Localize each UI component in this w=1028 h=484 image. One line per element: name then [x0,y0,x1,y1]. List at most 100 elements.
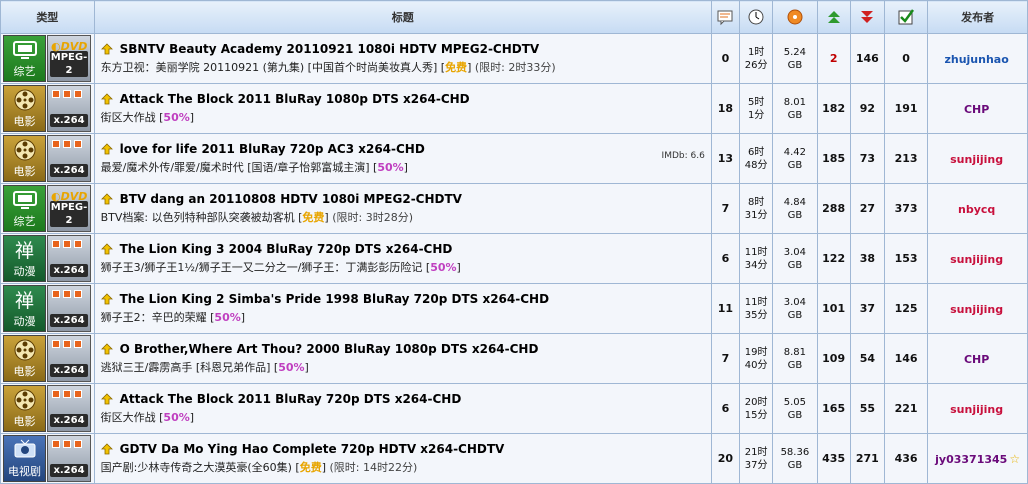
format-badge: x.264 [47,85,91,132]
comment-count[interactable]: 6 [710,383,741,434]
leecher-count[interactable]: 271 [849,433,885,484]
bookmark-arrow-icon[interactable] [100,243,113,255]
seeder-count[interactable]: 122 [816,233,851,284]
comment-count[interactable]: 20 [710,433,741,484]
bookmark-arrow-icon[interactable] [100,443,113,455]
completed-count[interactable]: 0 [883,33,929,84]
format-label: MPEG-2 [50,51,88,77]
category-badge[interactable]: 电影 [3,135,46,182]
comment-count[interactable]: 11 [710,283,741,334]
seeder-count[interactable]: 165 [816,383,851,434]
uploader-link[interactable]: jy03371345 [935,453,1007,466]
completed-count[interactable]: 373 [883,183,929,234]
bookmark-arrow-icon[interactable] [100,293,113,305]
category-badge[interactable]: 电影 [3,335,46,382]
completed-count[interactable]: 153 [883,233,929,284]
torrent-description: 狮子王3/狮子王1½/狮子王一又二分之一/狮子王：丁满彭彭历险记 [100,261,426,274]
category-badge[interactable]: 电影 [3,385,46,432]
completed-count[interactable]: 146 [883,333,929,384]
comment-count[interactable]: 13 [710,133,741,184]
torrent-title-link[interactable]: BTV dang an 20110808 HDTV 1080i MPEG2-CH… [120,192,462,206]
torrent-title-link[interactable]: love for life 2011 BluRay 720p AC3 x264-… [120,142,425,156]
torrent-title-link[interactable]: Attack The Block 2011 BluRay 1080p DTS x… [120,92,470,106]
column-header-size[interactable] [772,0,818,34]
leecher-count[interactable]: 54 [849,333,885,384]
torrent-title-link[interactable]: The Lion King 3 2004 BluRay 720p DTS x26… [120,242,453,256]
file-size: 8.81 GB [772,333,818,384]
category-badge[interactable]: 禅 动漫 [3,285,46,332]
bookmark-arrow-icon[interactable] [100,393,113,405]
type-cell: 电影 x.264 [0,83,95,134]
uploader-link[interactable]: sunjijing [950,303,1003,316]
table-row: 电视剧 x.264 GDTV Da Mo Ying Hao Complete 7… [0,433,1028,484]
column-header-leechers[interactable] [849,0,885,34]
seeder-count[interactable]: 185 [816,133,851,184]
column-header-title[interactable]: 标题 [93,0,712,34]
disc-icon [787,9,803,25]
leecher-count[interactable]: 92 [849,83,885,134]
completed-count[interactable]: 221 [883,383,929,434]
category-badge[interactable]: 综艺 [3,35,46,82]
comment-count[interactable]: 7 [710,333,741,384]
column-header-type[interactable]: 类型 [0,0,95,34]
category-badge[interactable]: 电影 [3,85,46,132]
bookmark-arrow-icon[interactable] [100,193,113,205]
seeder-count[interactable]: 435 [816,433,851,484]
type-cell: 综艺 MPEG-2 ◐DVD [0,33,95,84]
format-label: x.264 [50,364,88,377]
leecher-count[interactable]: 146 [849,33,885,84]
comment-count[interactable]: 0 [710,33,741,84]
uploader-link[interactable]: CHP [964,353,989,366]
leecher-count[interactable]: 38 [849,233,885,284]
bookmark-arrow-icon[interactable] [100,343,113,355]
completed-count[interactable]: 436 [883,433,929,484]
bookmark-arrow-icon[interactable] [100,93,113,105]
promo-tag: [免费] [298,211,333,224]
torrent-title-link[interactable]: O Brother,Where Art Thou? 2000 BluRay 10… [120,342,539,356]
torrent-title-link[interactable]: SBNTV Beauty Academy 20110921 1080i HDTV… [120,42,540,56]
format-badge: x.264 [47,235,91,282]
column-header-completed[interactable] [883,0,929,34]
comment-count[interactable]: 6 [710,233,741,284]
seeder-count[interactable]: 182 [816,83,851,134]
uploader-link[interactable]: nbycq [958,203,995,216]
title-cell: O Brother,Where Art Thou? 2000 BluRay 10… [93,333,712,384]
bookmark-arrow-icon[interactable] [100,43,113,55]
torrent-title-link[interactable]: Attack The Block 2011 BluRay 720p DTS x2… [120,392,462,406]
leecher-count[interactable]: 73 [849,133,885,184]
torrent-title-link[interactable]: The Lion King 2 Simba's Pride 1998 BluRa… [120,292,549,306]
format-label: x.264 [50,164,88,177]
upload-age: 1时 26分 [739,33,774,84]
uploader-link[interactable]: sunjijing [950,253,1003,266]
bookmark-arrow-icon[interactable] [100,143,113,155]
type-cell: 电视剧 x.264 [0,433,95,484]
leecher-count[interactable]: 37 [849,283,885,334]
seeder-count[interactable]: 2 [816,33,851,84]
star-icon: ☆ [1009,451,1021,466]
column-header-time[interactable] [739,0,774,34]
completed-count[interactable]: 191 [883,83,929,134]
uploader-link[interactable]: sunjijing [950,403,1003,416]
leecher-count[interactable]: 55 [849,383,885,434]
column-header-comments[interactable] [710,0,741,34]
column-header-uploader[interactable]: 发布者 [927,0,1028,34]
category-badge[interactable]: 禅 动漫 [3,235,46,282]
comment-count[interactable]: 7 [710,183,741,234]
upload-age: 19时 40分 [739,333,774,384]
seeder-count[interactable]: 101 [816,283,851,334]
seeder-count[interactable]: 288 [816,183,851,234]
leecher-count[interactable]: 27 [849,183,885,234]
completed-count[interactable]: 125 [883,283,929,334]
type-cell: 电影 x.264 [0,383,95,434]
uploader-link[interactable]: CHP [964,103,989,116]
category-badge[interactable]: 综艺 [3,185,46,232]
file-size: 4.84 GB [772,183,818,234]
torrent-title-link[interactable]: GDTV Da Mo Ying Hao Complete 720p HDTV x… [120,442,505,456]
uploader-link[interactable]: zhujunhao [944,53,1008,66]
uploader-link[interactable]: sunjijing [950,153,1003,166]
file-size: 3.04 GB [772,233,818,284]
comment-count[interactable]: 18 [710,83,741,134]
seeder-count[interactable]: 109 [816,333,851,384]
column-header-seeders[interactable] [816,0,851,34]
completed-count[interactable]: 213 [883,133,929,184]
